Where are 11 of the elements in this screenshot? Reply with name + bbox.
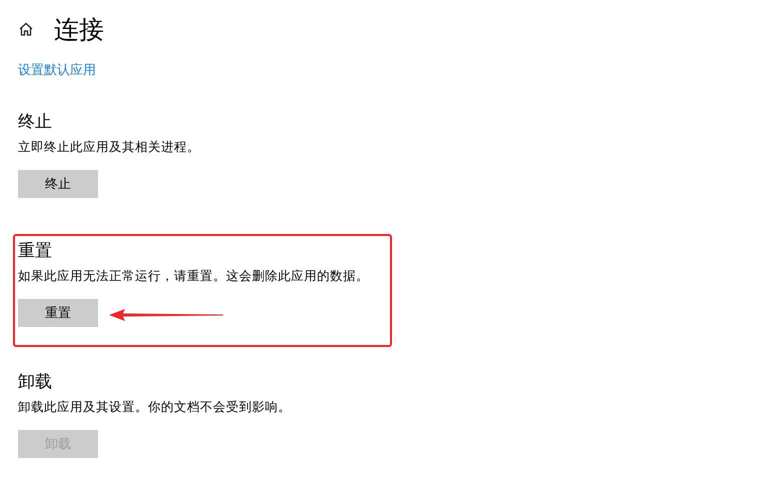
action-button[interactable]: 终止 (18, 170, 98, 198)
home-icon[interactable] (18, 21, 34, 37)
section-description: 立即终止此应用及其相关进程。 (18, 139, 200, 156)
default-apps-link[interactable]: 设置默认应用 (18, 61, 96, 79)
section-heading: 卸载 (18, 371, 52, 393)
page-title: 连接 (54, 14, 104, 46)
action-button[interactable]: 重置 (18, 299, 98, 327)
section-description: 如果此应用无法正常运行，请重置。这会删除此应用的数据。 (18, 268, 369, 285)
section-heading: 终止 (18, 111, 52, 133)
section-heading: 重置 (18, 240, 52, 262)
section-description: 卸载此应用及其设置。你的文档不会受到影响。 (18, 399, 291, 416)
